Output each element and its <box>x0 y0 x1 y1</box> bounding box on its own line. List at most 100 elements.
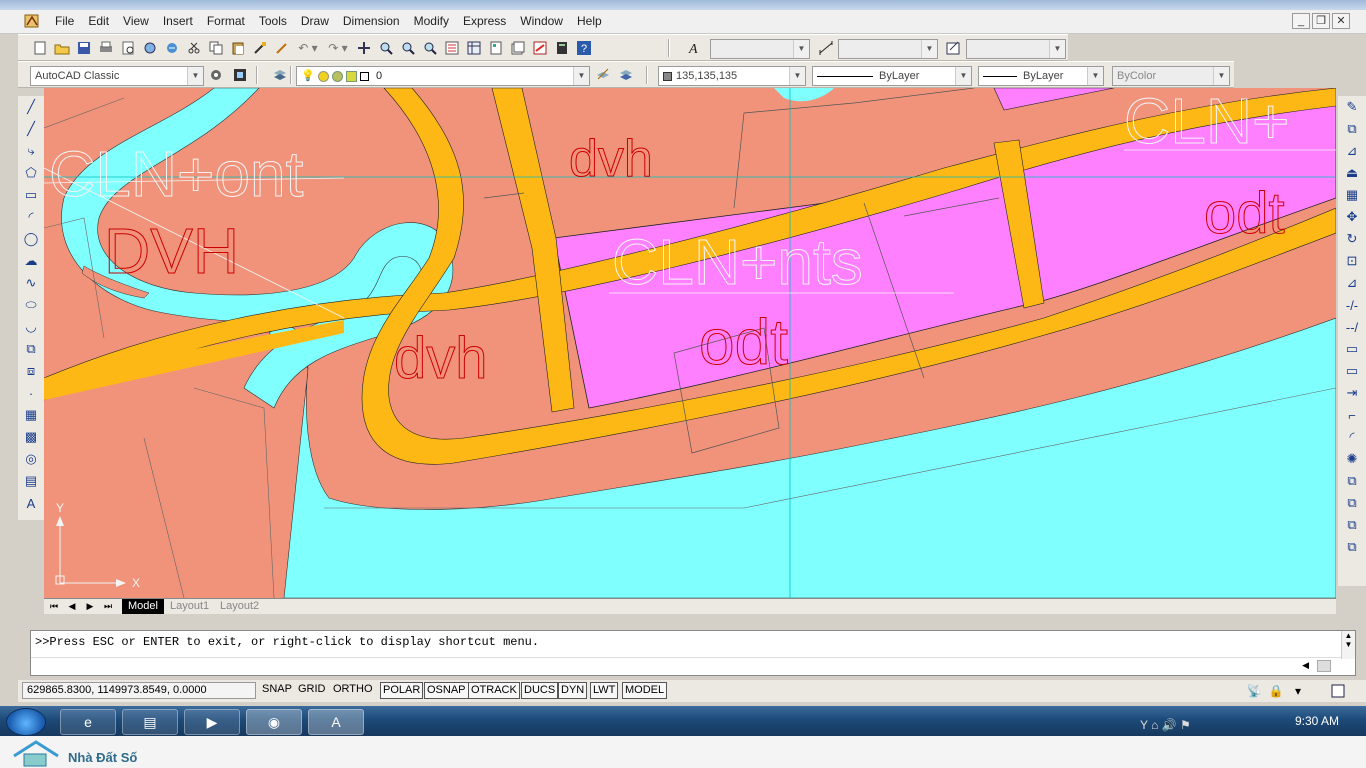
menu-view[interactable]: View <box>116 14 156 28</box>
workspace-settings-icon[interactable] <box>206 65 226 85</box>
draw-order-front-icon[interactable]: ⧉ <box>1338 470 1366 492</box>
menu-insert[interactable]: Insert <box>156 14 200 28</box>
drawing-canvas[interactable]: dvh DVH CLN+ont CLN+nts odt dvh CLN+ odt… <box>44 88 1336 598</box>
close-button[interactable]: ✕ <box>1332 13 1350 29</box>
line-icon[interactable]: ╱ <box>18 96 44 118</box>
copy-object-icon[interactable]: ⧉ <box>1338 118 1366 140</box>
zoom-realtime-icon[interactable] <box>376 38 396 58</box>
region-icon[interactable]: ◎ <box>18 448 44 470</box>
properties-icon[interactable] <box>442 38 462 58</box>
dimension-style-icon[interactable] <box>816 38 836 58</box>
plot-icon[interactable] <box>96 38 116 58</box>
calculator-icon[interactable] <box>552 38 572 58</box>
menu-window[interactable]: Window <box>513 14 570 28</box>
pan-icon[interactable] <box>354 38 374 58</box>
last-tab-icon[interactable]: ⏭ <box>100 600 116 613</box>
tab-model[interactable]: Model <box>122 599 164 614</box>
polygon-icon[interactable]: ⬠ <box>18 162 44 184</box>
command-window[interactable]: >>Press ESC or ENTER to exit, or right-c… <box>30 630 1356 676</box>
join-icon[interactable]: ⇥ <box>1338 382 1366 404</box>
status-osnap-button[interactable]: OSNAP <box>424 682 469 699</box>
coordinate-display[interactable]: 629865.8300, 1149973.8549, 0.0000 <box>22 682 256 699</box>
hatch-icon[interactable]: ▦ <box>18 404 44 426</box>
table-style-combo[interactable]: ▼ <box>966 39 1066 59</box>
rotate-icon[interactable]: ↻ <box>1338 228 1366 250</box>
dwf-icon[interactable] <box>162 38 182 58</box>
cut-icon[interactable] <box>184 38 204 58</box>
save-icon[interactable] <box>74 38 94 58</box>
lock-icon[interactable]: 🔒 <box>1266 681 1286 701</box>
media-player-taskbar-icon[interactable]: ▶ <box>184 709 240 735</box>
scroll-thumb[interactable] <box>1317 660 1331 672</box>
bring-above-icon[interactable]: ⧉ <box>1338 514 1366 536</box>
move-icon[interactable]: ✥ <box>1338 206 1366 228</box>
tab-layout1[interactable]: Layout1 <box>164 599 215 614</box>
autocad-taskbar-icon[interactable]: A <box>308 709 364 735</box>
explode-icon[interactable]: ✺ <box>1338 448 1366 470</box>
arc-icon[interactable]: ◜ <box>18 206 44 228</box>
make-object-layer-current-icon[interactable] <box>593 65 613 85</box>
status-dyn-button[interactable]: DYN <box>558 682 588 699</box>
status-lwt-button[interactable]: LWT <box>590 682 619 699</box>
circle-icon[interactable]: ◯ <box>18 228 44 250</box>
erase-icon[interactable]: ✎ <box>1338 96 1366 118</box>
menu-modify[interactable]: Modify <box>407 14 456 28</box>
table-icon[interactable]: ▤ <box>18 470 44 492</box>
menu-draw[interactable]: Draw <box>294 14 336 28</box>
ellipse-arc-icon[interactable]: ◡ <box>18 316 44 338</box>
prev-tab-icon[interactable]: ◀ <box>64 600 80 613</box>
gradient-icon[interactable]: ▩ <box>18 426 44 448</box>
draw-order-back-icon[interactable]: ⧉ <box>1338 492 1366 514</box>
status-model-button[interactable]: MODEL <box>622 682 668 699</box>
menu-file[interactable]: File <box>48 14 81 28</box>
markup-icon[interactable] <box>530 38 550 58</box>
tool-palettes-icon[interactable] <box>486 38 506 58</box>
array-icon[interactable]: ▦ <box>1338 184 1366 206</box>
start-button[interactable] <box>6 708 46 736</box>
sheet-set-icon[interactable] <box>508 38 528 58</box>
minimize-button[interactable]: _ <box>1292 13 1310 29</box>
color-combo[interactable]: 135,135,135 ▼ <box>658 66 806 86</box>
send-under-icon[interactable]: ⧉ <box>1338 536 1366 558</box>
break-at-point-icon[interactable]: ▭ <box>1338 338 1366 360</box>
layer-properties-icon[interactable] <box>270 65 290 85</box>
ellipse-icon[interactable]: ⬭ <box>18 294 44 316</box>
mirror-icon[interactable]: ⊿ <box>1338 140 1366 162</box>
status-otrack-button[interactable]: OTRACK <box>468 682 520 699</box>
publish-icon[interactable] <box>140 38 160 58</box>
first-tab-icon[interactable]: ⏮ <box>46 600 62 613</box>
menu-edit[interactable]: Edit <box>81 14 116 28</box>
spline-icon[interactable]: ∿ <box>18 272 44 294</box>
workspace-combo[interactable]: AutoCAD Classic ▼ <box>30 66 204 86</box>
status-snap-button[interactable]: SNAP <box>260 682 294 699</box>
open-icon[interactable] <box>52 38 72 58</box>
new-icon[interactable] <box>30 38 50 58</box>
stretch-icon[interactable]: ⊿ <box>1338 272 1366 294</box>
menu-express[interactable]: Express <box>456 14 513 28</box>
command-scrollbar[interactable]: ▲ ▼ <box>1341 631 1355 659</box>
autocad-logo-icon[interactable] <box>24 13 40 29</box>
extend-icon[interactable]: --/ <box>1338 316 1366 338</box>
lineweight-combo[interactable]: ByLayer ▼ <box>978 66 1104 86</box>
scroll-left-icon[interactable]: ◀ <box>1302 660 1309 671</box>
status-polar-button[interactable]: POLAR <box>380 682 424 699</box>
construction-line-icon[interactable]: ╱ <box>18 118 44 140</box>
text-style-icon[interactable]: A <box>686 38 706 58</box>
table-style-icon[interactable] <box>944 38 964 58</box>
make-block-icon[interactable]: ⧈ <box>18 360 44 382</box>
my-workspace-icon[interactable] <box>230 65 250 85</box>
linetype-combo[interactable]: ByLayer ▼ <box>812 66 972 86</box>
explorer-taskbar-icon[interactable]: ▤ <box>122 709 178 735</box>
match-properties-icon[interactable] <box>250 38 270 58</box>
ie-taskbar-icon[interactable]: e <box>60 709 116 735</box>
redo-icon[interactable]: ↷ ▾ <box>324 38 352 58</box>
chrome-taskbar-icon[interactable]: ◉ <box>246 709 302 735</box>
next-tab-icon[interactable]: ▶ <box>82 600 98 613</box>
plotstyle-combo[interactable]: ByColor ▼ <box>1112 66 1230 86</box>
undo-icon[interactable]: ↶ ▾ <box>294 38 322 58</box>
menu-tools[interactable]: Tools <box>252 14 294 28</box>
multiline-text-icon[interactable]: A <box>18 492 44 514</box>
restore-button[interactable]: ❐ <box>1312 13 1330 29</box>
polyline-icon[interactable]: ⤷ <box>18 140 44 162</box>
layer-combo[interactable]: 💡 0 ▼ <box>296 66 590 86</box>
